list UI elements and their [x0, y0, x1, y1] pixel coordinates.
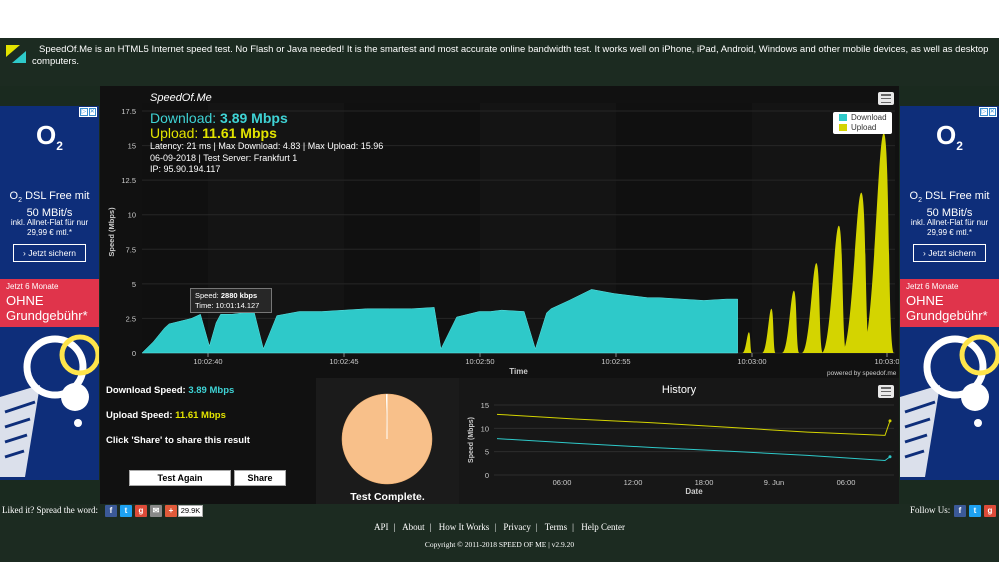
history-point — [888, 455, 892, 459]
ad-illustration — [900, 327, 999, 480]
test-complete-label: Test Complete. — [350, 491, 425, 503]
adchoices-icon[interactable]: ▷ — [80, 108, 88, 116]
ad-close-icon[interactable]: ✕ — [988, 108, 996, 116]
test-again-button[interactable]: Test Again — [129, 470, 231, 486]
history-chart: 0 5 10 15 Speed (Mbps) 06:00 12:00 18:00 9. Jun 0… — [468, 401, 894, 496]
footer-link-privacy[interactable]: Privacy — [503, 522, 531, 532]
chart-legend[interactable]: Download Upload — [833, 112, 892, 134]
facebook-icon[interactable]: f — [105, 505, 117, 517]
y-tick-label: 12.5 — [121, 176, 136, 185]
download-stat: Download: 3.89 Mbps — [150, 110, 288, 126]
ad-promo: Jetzt 6 Monate OHNE Grundgebühr* — [0, 279, 99, 327]
googleplus-icon[interactable]: g — [984, 505, 996, 517]
y-tick-label: 5 — [132, 280, 136, 289]
y-tick-label: 2.5 — [126, 314, 136, 323]
chart-menu-icon[interactable] — [878, 92, 894, 105]
ad-illustration — [0, 327, 99, 480]
powered-by[interactable]: powered by speedof.me — [827, 370, 896, 377]
x-tick-label: 10:03:00 — [737, 357, 766, 366]
footer-link-about[interactable]: About — [402, 522, 425, 532]
facebook-icon[interactable]: f — [954, 505, 966, 517]
y-tick-label: 17.5 — [121, 107, 136, 116]
share-count: 29.9K — [178, 505, 203, 517]
x-tick-label: 10:02:55 — [601, 357, 630, 366]
ad-choices[interactable]: ▷ ✕ — [79, 107, 97, 117]
footer-link-api[interactable]: API — [374, 522, 389, 532]
ad-choices[interactable]: ▷ ✕ — [979, 107, 997, 117]
y-tick-label: 0 — [485, 471, 489, 480]
ad-headline: O2 DSL Free mit 50 MBit/s — [9, 190, 90, 220]
progress-pie — [341, 393, 433, 485]
x-tick-label: 12:00 — [624, 478, 643, 487]
footer-link-terms[interactable]: Terms — [545, 522, 567, 532]
y-tick-label: 0 — [132, 349, 136, 358]
share-hint: Click 'Share' to share this result — [106, 435, 250, 446]
progress-panel — [316, 378, 459, 504]
ip-line: IP: 95.90.194.117 — [150, 164, 221, 174]
upload-stat: Upload: 11.61 Mbps — [150, 125, 277, 141]
googleplus-icon[interactable]: g — [135, 505, 147, 517]
latency-line: Latency: 21 ms | Max Download: 4.83 | Ma… — [150, 141, 384, 151]
history-line — [496, 413, 891, 436]
ad-subline: inkl. Allnet-Flat für nur 29,99 € mtl.* — [910, 218, 989, 237]
history-line — [496, 438, 891, 462]
speedofme-logo[interactable] — [6, 45, 26, 63]
twitter-icon[interactable]: t — [120, 505, 132, 517]
x-tick-label: 9. Jun — [764, 478, 784, 487]
ad-promo: Jetzt 6 Monate OHNE Grundgebühr* — [900, 279, 999, 327]
ad-subline: inkl. Allnet-Flat für nur 29,99 € mtl.* — [10, 218, 89, 237]
ad-banner-left[interactable]: ▷ ✕ O2 O2 DSL Free mit 50 MBit/s inkl. Al… — [0, 106, 99, 480]
follow-label: Follow Us: — [910, 505, 951, 515]
email-icon[interactable]: ✉ — [150, 505, 162, 517]
footer-link-how[interactable]: How It Works — [439, 522, 490, 532]
x-axis-label: Time — [509, 367, 528, 376]
chart-tooltip: Speed: 2880 kbps Time: 10:01:14.127 — [190, 288, 272, 313]
ad-close-icon[interactable]: ✕ — [88, 108, 96, 116]
x-tick-label: 06:00 — [837, 478, 856, 487]
history-panel: 0 5 10 15 Speed (Mbps) 06:00 12:00 18:00 9. Jun 0… — [459, 378, 899, 504]
ad-cta-button[interactable]: › Jetzt sichern — [913, 244, 986, 262]
y-tick-label: 15 — [481, 401, 489, 410]
o2-logo: O2 — [936, 120, 963, 154]
ad-headline: O2 DSL Free mit 50 MBit/s — [909, 190, 990, 220]
y-axis-label: Speed (Mbps) — [468, 417, 475, 463]
history-menu-icon[interactable] — [878, 385, 894, 398]
chart-brand: SpeedOf.Me — [150, 92, 212, 104]
y-tick-label: 7.5 — [126, 245, 136, 254]
history-point — [888, 419, 892, 423]
x-tick-label: 06:00 — [553, 478, 572, 487]
spread-word-label: Liked it? Spread the word: — [2, 505, 98, 515]
ad-cta-button[interactable]: › Jetzt sichern — [13, 244, 86, 262]
share-plus-icon[interactable]: + — [165, 505, 177, 517]
result-download: Download Speed: 3.89 Mbps — [106, 385, 235, 396]
twitter-icon[interactable]: t — [969, 505, 981, 517]
footer-links: API | About | How It Works | Privacy | Terms… — [374, 522, 625, 532]
history-title: History — [661, 384, 697, 396]
legend-upload[interactable]: Upload — [833, 122, 892, 132]
result-upload: Upload Speed: 11.61 Mbps — [106, 410, 226, 421]
y-axis-label: Speed (Mbps) — [107, 207, 116, 257]
y-tick-label: 10 — [128, 211, 136, 220]
intro-text: SpeedOf.Me is an HTML5 Internet speed te… — [32, 44, 989, 67]
x-tick-label: 10:02:40 — [193, 357, 222, 366]
x-tick-label: 10:03:0 — [874, 357, 899, 366]
copyright: Copyright © 2011-2018 SPEED OF ME | v2.9… — [424, 540, 575, 549]
footer-link-help[interactable]: Help Center — [581, 522, 625, 532]
x-tick-label: 10:02:50 — [465, 357, 494, 366]
x-tick-label: 10:02:45 — [329, 357, 358, 366]
server-line: 06-09-2018 | Test Server: Frankfurt 1 — [150, 153, 298, 163]
y-tick-label: 10 — [481, 424, 489, 433]
y-tick-label: 5 — [485, 448, 489, 457]
share-button[interactable]: Share — [234, 470, 286, 486]
ad-banner-right[interactable]: ▷ ✕ O2 O2 DSL Free mit 50 MBit/s inkl. Al… — [900, 106, 999, 480]
x-tick-label: 18:00 — [695, 478, 714, 487]
legend-download[interactable]: Download — [833, 112, 892, 122]
adchoices-icon[interactable]: ▷ — [980, 108, 988, 116]
o2-logo: O2 — [36, 120, 63, 154]
x-axis-label: Date — [685, 487, 703, 496]
y-tick-label: 15 — [128, 142, 136, 151]
